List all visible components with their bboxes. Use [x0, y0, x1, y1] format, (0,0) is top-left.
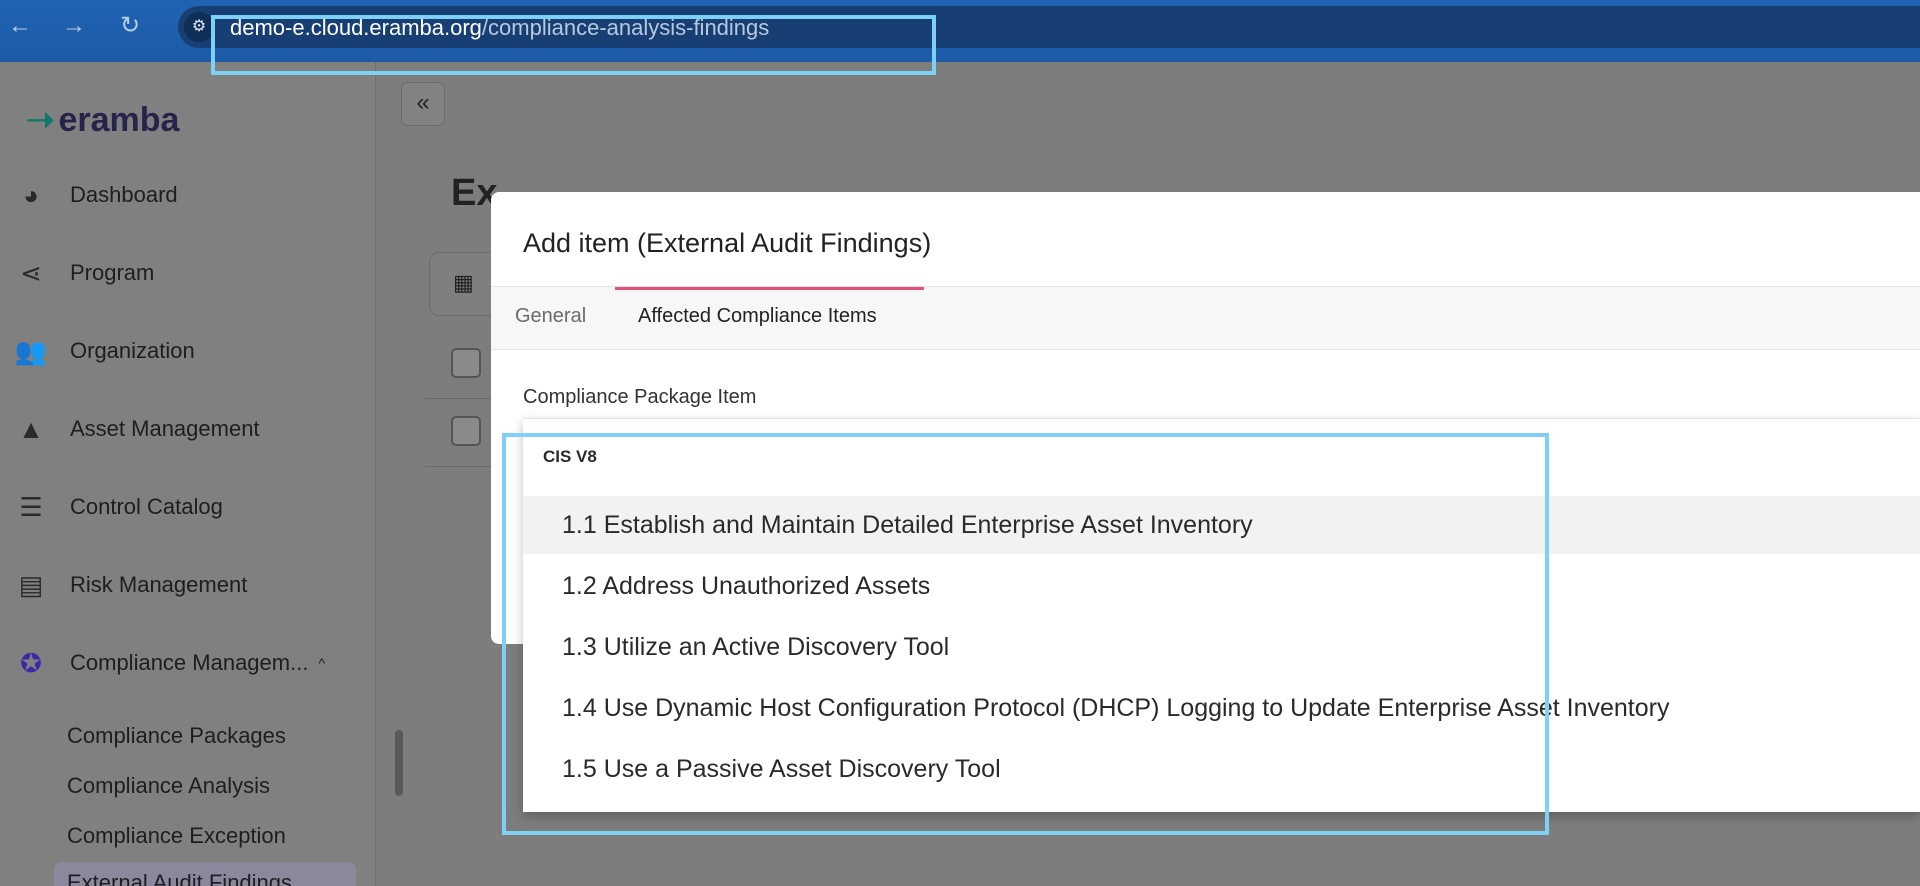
asset-shapes-icon: ▲ [18, 414, 44, 444]
sidebar-item-label: Compliance Managem... [70, 650, 309, 675]
row-checkbox[interactable] [451, 416, 481, 446]
url-highlight-box [211, 15, 936, 75]
sidebar-item-asset-management[interactable]: ▲ Asset Management [14, 404, 364, 454]
select-all-checkbox[interactable] [451, 348, 481, 378]
sidebar-subitem-compliance-exception[interactable]: Compliance Exception [67, 823, 286, 849]
risk-list-icon: ▤ [18, 570, 44, 600]
eramba-logo-icon: ➝ [26, 101, 55, 139]
control-sliders-icon: ☰ [19, 492, 43, 522]
modal-title: Add item (External Audit Findings) [523, 228, 932, 258]
sidebar-item-organization[interactable]: 👥 Organization [14, 326, 364, 376]
dashboard-gauge-icon: ◕ [23, 180, 39, 210]
logo[interactable]: ➝ eramba [26, 100, 179, 140]
double-chevron-left-icon: « [416, 89, 430, 116]
compliance-package-item-label: Compliance Package Item [523, 386, 757, 408]
sidebar: ➝ eramba ◕ Dashboard ⋖ Program 👥 Organiza… [0, 62, 376, 886]
sidebar-item-dashboard[interactable]: ◕ Dashboard [14, 170, 364, 220]
program-share-icon: ⋖ [20, 258, 42, 288]
sidebar-subitem-external-audit-findings[interactable]: External Audit Findings [54, 862, 356, 886]
sidebar-item-program[interactable]: ⋖ Program [14, 248, 364, 298]
chevron-up-icon: ^ [318, 655, 326, 671]
dropdown-highlight-box [502, 433, 1549, 835]
sidebar-item-label: Organization [70, 338, 195, 363]
sidebar-subitem-compliance-packages[interactable]: Compliance Packages [67, 723, 286, 749]
modal-tabs: General Affected Compliance Items [491, 287, 1920, 350]
sidebar-subitem-compliance-analysis[interactable]: Compliance Analysis [67, 773, 270, 799]
sidebar-item-label: Program [70, 260, 155, 285]
site-settings-icon[interactable]: ⚙ [184, 12, 214, 42]
collapse-sidebar-button[interactable]: « [401, 82, 445, 126]
tab-general[interactable]: General [515, 305, 586, 328]
organization-people-icon: 👥 [14, 336, 48, 366]
table-view-icon[interactable]: ▦ [453, 270, 474, 296]
sidebar-item-risk-management[interactable]: ▤ Risk Management [14, 560, 364, 610]
sidebar-item-control-catalog[interactable]: ☰ Control Catalog [14, 482, 364, 532]
reload-icon[interactable]: ↻ [116, 12, 144, 40]
modal-header: Add item (External Audit Findings) [491, 192, 1920, 287]
sidebar-item-label: Asset Management [70, 416, 260, 441]
sidebar-item-label: Control Catalog [70, 494, 223, 519]
compliance-badge-icon: ✪ [20, 648, 42, 678]
active-tab-indicator [615, 287, 924, 290]
logo-text: eramba [58, 101, 180, 139]
forward-arrow-icon[interactable]: → [60, 12, 88, 40]
back-arrow-icon[interactable]: ← [6, 12, 34, 40]
sidebar-item-label: Dashboard [70, 182, 178, 207]
sidebar-item-compliance-management[interactable]: ✪ Compliance Managem... ^ [14, 638, 364, 688]
tab-affected-compliance-items[interactable]: Affected Compliance Items [638, 305, 877, 328]
sidebar-item-label: Risk Management [70, 572, 248, 597]
